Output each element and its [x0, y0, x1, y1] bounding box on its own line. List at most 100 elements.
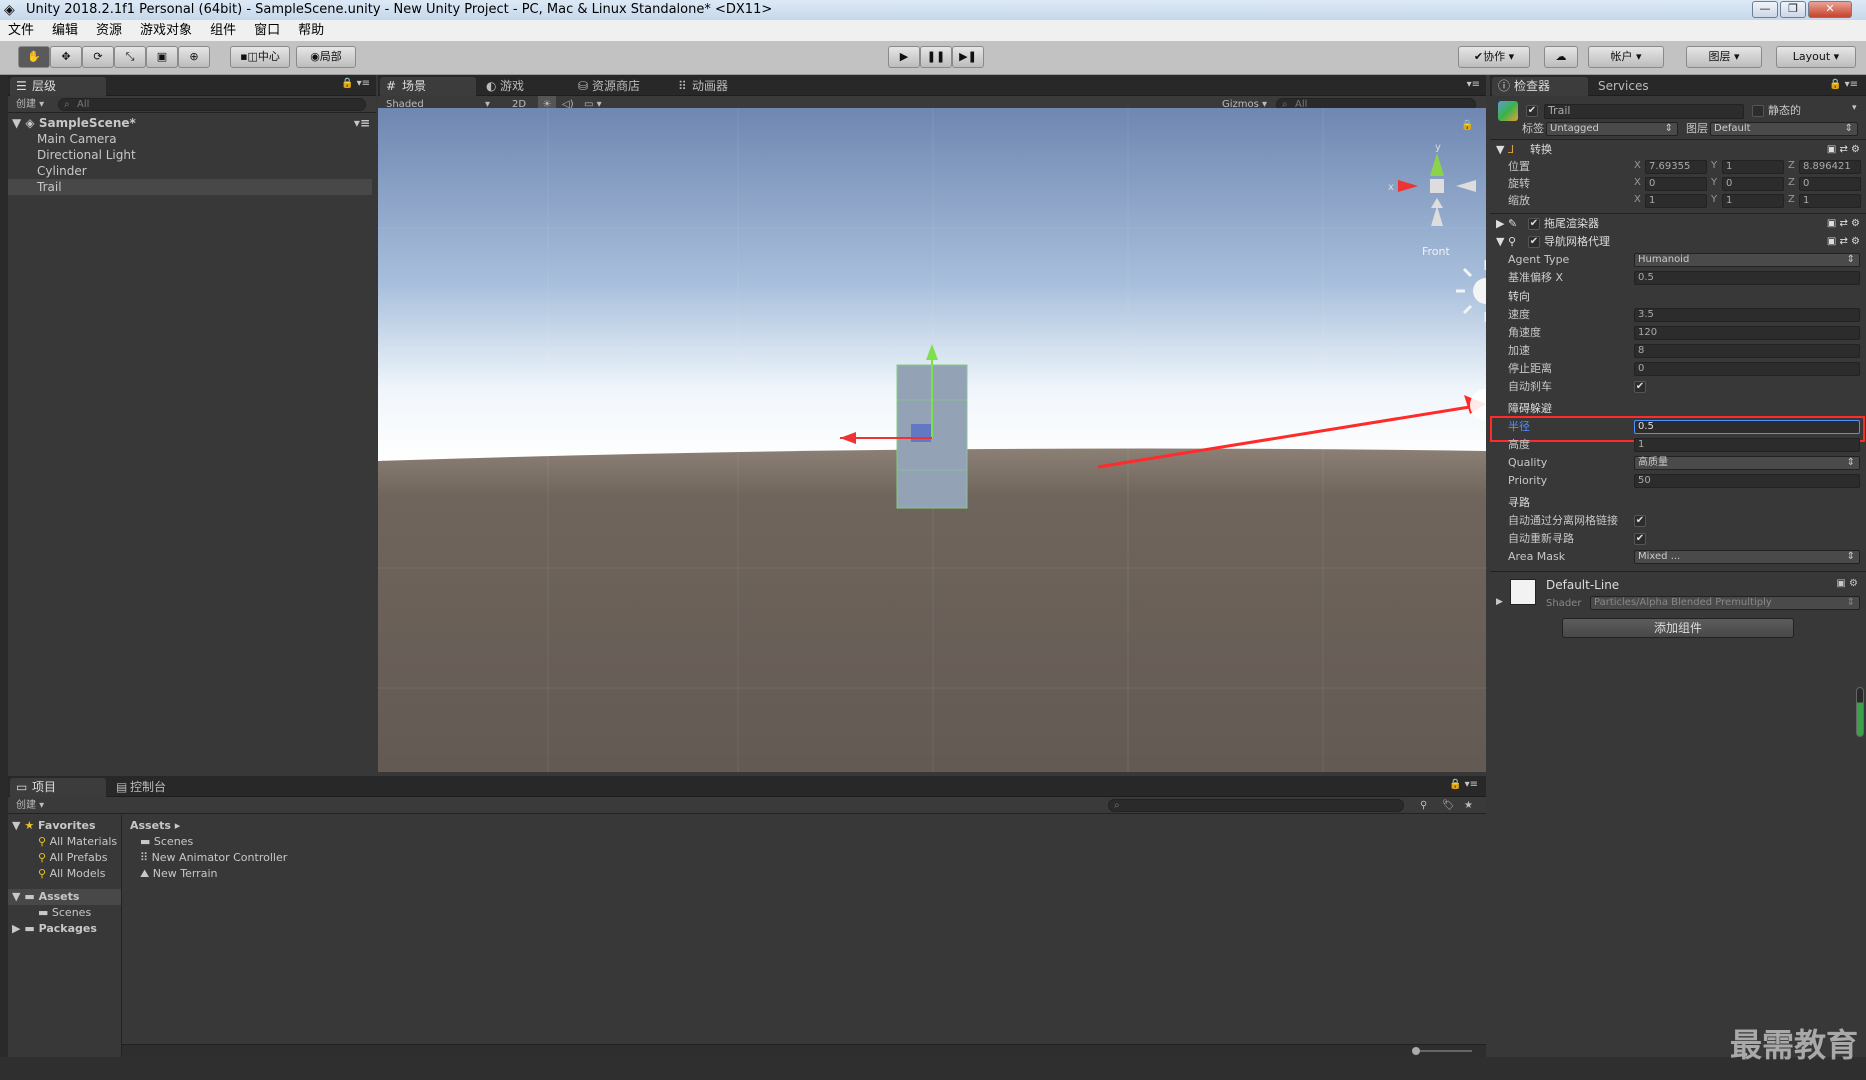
scale-z-field[interactable]: 1 [1799, 194, 1861, 208]
hand-tool-icon[interactable]: ✋ [18, 46, 50, 68]
list-item[interactable]: ⠿ New Animator Controller [140, 850, 287, 866]
shader-dropdown[interactable]: Particles/Alpha Blended Premultiply ⇕ [1590, 596, 1860, 610]
add-component-button[interactable]: 添加组件 [1562, 618, 1794, 638]
nav-agent-checkbox[interactable]: ✔ [1528, 236, 1540, 248]
scene-menu-icon[interactable]: ▾≡ [354, 115, 370, 131]
tab-inspector[interactable]: ⓘ 检查器 [1492, 77, 1588, 96]
filter-type-icon[interactable]: ⚲ [1420, 797, 1427, 814]
transform-header[interactable]: ▼ ⅃ 转换 ▣ ⇄ ⚙ [1496, 141, 1866, 159]
move-tool-icon[interactable]: ✥ [50, 46, 82, 68]
list-item[interactable]: Main Camera [8, 131, 372, 147]
material-tools-icon[interactable]: ▣ ⚙ [1836, 578, 1858, 589]
create-dropdown[interactable]: 创建 ▾ [16, 96, 44, 113]
material-preview[interactable] [1510, 579, 1536, 605]
scene-root[interactable]: ▼ ◈ SampleScene* ▾≡ [12, 115, 376, 131]
layers-dropdown[interactable]: 图层 ▾ [1686, 46, 1762, 68]
nav-agent-header[interactable]: ▼ ⚲ ✔ 导航网格代理 ▣ ⇄ ⚙ [1496, 233, 1866, 251]
favorite-star-icon[interactable]: ★ [1464, 797, 1473, 814]
list-item[interactable]: ⚲ All Prefabs [38, 850, 108, 866]
tab-console[interactable]: ▤ 控制台 [108, 778, 198, 797]
height-field[interactable]: 1 [1634, 438, 1860, 452]
project-search[interactable]: ⌕ [1108, 799, 1404, 812]
auto-traverse-link-checkbox[interactable]: ✔ [1634, 515, 1646, 527]
static-dropdown-icon[interactable]: ▾ [1852, 103, 1857, 113]
quality-dropdown[interactable]: 高质量 ⇕ [1634, 456, 1860, 470]
speed-field[interactable]: 3.5 [1634, 308, 1860, 322]
pause-button[interactable]: ❚❚ [920, 46, 952, 68]
menu-edit[interactable]: 编辑 [52, 20, 78, 41]
rect-tool-icon[interactable]: ▣ [146, 46, 178, 68]
list-item[interactable]: ⚲ All Models [38, 866, 105, 882]
panel-menu-icon[interactable]: ▾≡ [1467, 79, 1480, 90]
assets-folder[interactable]: ▼ ▬ Assets [8, 889, 121, 905]
scale-y-field[interactable]: 1 [1722, 194, 1784, 208]
position-z-field[interactable]: 8.896421 [1799, 160, 1861, 174]
slider-handle[interactable] [1412, 1047, 1420, 1055]
packages-folder[interactable]: ▶ ▬ Packages [12, 921, 97, 937]
priority-field[interactable]: 50 [1634, 474, 1860, 488]
tab-game[interactable]: ◐ 游戏 [478, 77, 568, 96]
menu-component[interactable]: 组件 [210, 20, 236, 41]
tab-asset-store[interactable]: ⛁ 资源商店 [570, 77, 662, 96]
agent-type-dropdown[interactable]: Humanoid ⇕ [1634, 253, 1860, 267]
rotation-y-field[interactable]: 0 [1722, 177, 1784, 191]
panel-menu-icon[interactable]: 🔒 ▾≡ [1829, 79, 1858, 90]
active-checkbox[interactable]: ✔ [1526, 105, 1538, 117]
minimize-button[interactable]: — [1752, 1, 1778, 18]
acceleration-field[interactable]: 8 [1634, 344, 1860, 358]
static-checkbox[interactable] [1752, 105, 1764, 117]
scale-tool-icon[interactable]: ⤡ [114, 46, 146, 68]
rotate-tool-icon[interactable]: ⟳ [82, 46, 114, 68]
breadcrumb[interactable]: Assets ▸ [130, 818, 180, 834]
collab-dropdown[interactable]: ✔协作 ▾ [1458, 46, 1530, 68]
trail-renderer-checkbox[interactable]: ✔ [1528, 218, 1540, 230]
list-item-selected[interactable]: Trail [8, 179, 372, 195]
step-button[interactable]: ▶❚ [952, 46, 984, 68]
list-item[interactable]: ▬ Scenes [38, 905, 91, 921]
hierarchy-search[interactable]: ⌕ All [58, 98, 366, 111]
list-item[interactable]: ⚲ All Materials [38, 834, 117, 850]
rotation-x-field[interactable]: 0 [1645, 177, 1707, 191]
component-tools-icon[interactable]: ▣ ⇄ ⚙ [1827, 233, 1860, 251]
maximize-button[interactable]: ❐ [1780, 1, 1806, 18]
close-button[interactable]: ✕ [1808, 1, 1852, 18]
menu-assets[interactable]: 资源 [96, 20, 122, 41]
tab-project[interactable]: ▭ 项目 [10, 778, 106, 797]
list-item[interactable]: ⛰ New Terrain [140, 866, 217, 882]
list-item[interactable]: Cylinder [8, 163, 372, 179]
tab-animator[interactable]: ⠿ 动画器 [670, 77, 760, 96]
account-dropdown[interactable]: 帐户 ▾ [1588, 46, 1664, 68]
pivot-local-button[interactable]: ◉局部 [296, 46, 356, 68]
stopping-distance-field[interactable]: 0 [1634, 362, 1860, 376]
list-item[interactable]: Directional Light [8, 147, 372, 163]
cloud-button[interactable]: ☁ [1544, 46, 1578, 68]
component-tools-icon[interactable]: ▣ ⇄ ⚙ [1827, 215, 1860, 233]
panel-menu-icon[interactable]: 🔒 ▾≡ [1449, 779, 1478, 790]
scale-x-field[interactable]: 1 [1645, 194, 1707, 208]
angular-speed-field[interactable]: 120 [1634, 326, 1860, 340]
menu-file[interactable]: 文件 [8, 20, 34, 41]
tab-hierarchy[interactable]: ☰ 层级 [10, 77, 106, 96]
expand-arrow-icon[interactable]: ▶ [1496, 597, 1503, 607]
icon-size-slider[interactable] [1412, 1050, 1472, 1052]
area-mask-dropdown[interactable]: Mixed ... ⇕ [1634, 550, 1860, 564]
layout-dropdown[interactable]: Layout ▾ [1776, 46, 1856, 68]
favorites-header[interactable]: ▼ ★ Favorites [12, 818, 96, 834]
filter-label-icon[interactable]: 🏷 [1442, 797, 1455, 814]
tab-services[interactable]: Services [1590, 77, 1680, 96]
position-y-field[interactable]: 1 [1722, 160, 1784, 174]
panel-menu-icon[interactable]: 🔒 ▾≡ [341, 78, 370, 89]
tag-dropdown[interactable]: Untagged ⇕ [1546, 122, 1678, 136]
list-item[interactable]: ▬ Scenes [140, 834, 193, 850]
auto-repath-checkbox[interactable]: ✔ [1634, 533, 1646, 545]
base-offset-field[interactable]: 0.5 [1634, 271, 1860, 285]
rotation-z-field[interactable]: 0 [1799, 177, 1861, 191]
menu-window[interactable]: 窗口 [254, 20, 280, 41]
scene-viewport[interactable]: y x Front 🔒 [378, 108, 1486, 772]
pivot-center-button[interactable]: ▪◫中心 [230, 46, 290, 68]
menu-gameobject[interactable]: 游戏对象 [140, 20, 192, 41]
menu-help[interactable]: 帮助 [298, 20, 324, 41]
transform-tool-icon[interactable]: ⊕ [178, 46, 210, 68]
position-x-field[interactable]: 7.69355 [1645, 160, 1707, 174]
lock-icon[interactable]: 🔒 [1461, 119, 1473, 131]
